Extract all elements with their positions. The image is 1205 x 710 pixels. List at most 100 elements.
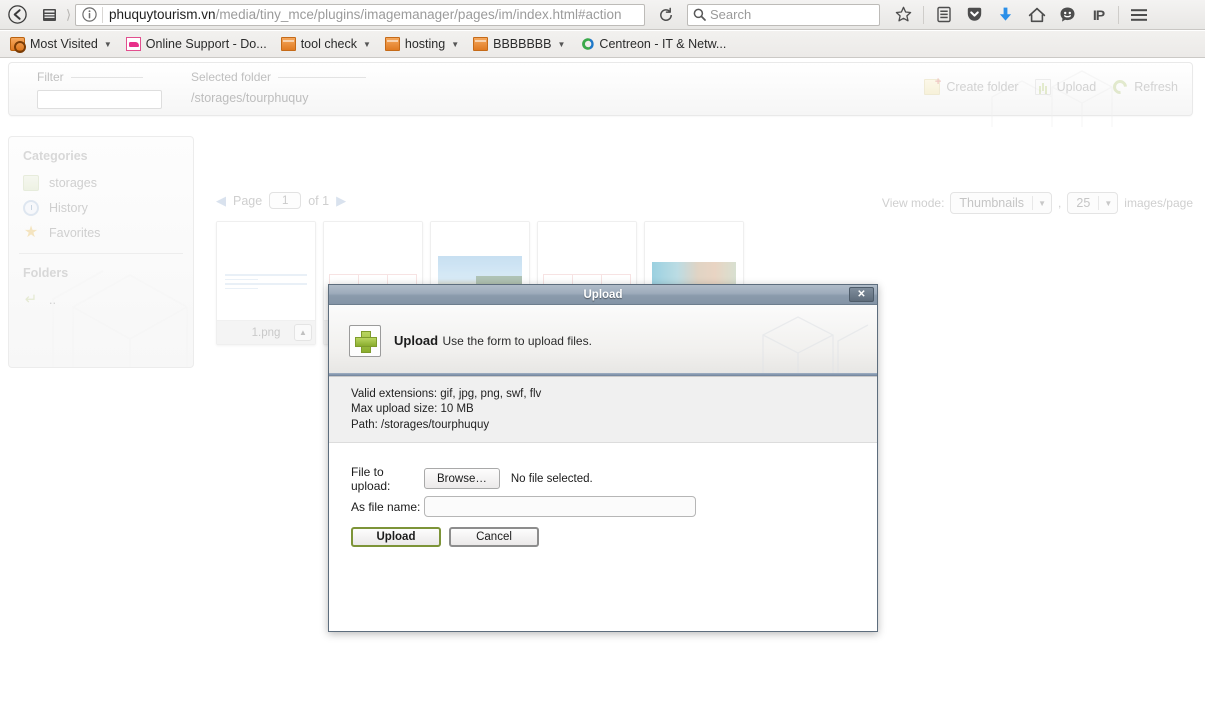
- sidebar-item-history[interactable]: History: [9, 195, 193, 220]
- downloads-icon[interactable]: [990, 1, 1021, 29]
- refresh-button[interactable]: Refresh: [1112, 79, 1178, 95]
- page-proxy-icon[interactable]: [34, 0, 64, 30]
- view-mode-comma: ,: [1058, 196, 1062, 210]
- bookmark-bbbbbbb[interactable]: BBBBBBB ▼: [467, 33, 571, 55]
- filter-label: Filter: [37, 70, 64, 84]
- ip-indicator-icon[interactable]: IP: [1083, 1, 1114, 29]
- doc-line: [225, 274, 307, 276]
- sidebar: Categories storages History ★ Favorites …: [8, 136, 194, 368]
- sidebar-item-label: ..: [49, 292, 56, 307]
- upload-label: Upload: [1056, 80, 1097, 94]
- dialog-title-bar[interactable]: Upload ✕: [329, 285, 877, 305]
- pagination: ◀ Page 1 of 1 ▶: [216, 192, 346, 209]
- feedback-smiley-icon[interactable]: [1052, 1, 1083, 29]
- thumbnail-expand-icon[interactable]: ▲: [294, 324, 312, 341]
- dialog-title: Upload: [583, 288, 623, 301]
- page-total-label: of 1: [308, 193, 330, 208]
- images-per-page-suffix: images/page: [1124, 196, 1193, 210]
- image-manager-page: Filter Selected folder /storages/tourphu…: [0, 58, 1205, 710]
- page-label: Page: [233, 193, 263, 208]
- sidebar-item-label: storages: [49, 175, 97, 190]
- most-visited-icon: [10, 37, 26, 53]
- view-mode-value: Thumbnails: [959, 196, 1025, 210]
- star-icon: ★: [23, 223, 39, 241]
- dialog-buttons: Upload Cancel: [351, 526, 877, 547]
- as-file-name-row: As file name:: [351, 493, 877, 521]
- filter-legend-row: Filter: [37, 70, 162, 84]
- reading-list-icon[interactable]: [928, 1, 959, 29]
- upload-dialog: Upload ✕ Upload Use the form to upload f…: [328, 284, 878, 632]
- thumbnail-tile[interactable]: 1.png ▲: [216, 221, 316, 345]
- page-input[interactable]: 1: [269, 192, 302, 209]
- pocket-icon[interactable]: [959, 1, 990, 29]
- browser-toolbar-icons: IP: [888, 1, 1154, 29]
- prev-page-icon[interactable]: ◀: [216, 193, 226, 209]
- browser-toolbar: ⟩ phuquytourism.vn/media/tiny_mce/plugin…: [0, 0, 1205, 30]
- valid-extensions-text: Valid extensions: gif, jpg, png, swf, fl…: [351, 387, 542, 400]
- create-folder-button[interactable]: Create folder: [924, 76, 1019, 95]
- file-to-upload-label: File to upload:: [351, 464, 391, 493]
- bookmark-centreon[interactable]: Centreon - IT & Netw...: [573, 33, 732, 55]
- next-page-icon[interactable]: ▶: [336, 193, 346, 209]
- selected-folder-legend-row: Selected folder: [191, 70, 366, 84]
- dialog-header-watermark: [723, 307, 873, 376]
- bookmark-label: Online Support - Do...: [145, 37, 267, 51]
- url-bar[interactable]: phuquytourism.vn/media/tiny_mce/plugins/…: [75, 3, 645, 26]
- search-bar[interactable]: Search: [687, 3, 880, 26]
- bookmark-label: hosting: [404, 37, 446, 51]
- bookmark-online-support[interactable]: Online Support - Do...: [120, 33, 273, 55]
- reload-icon[interactable]: [651, 3, 681, 27]
- menu-hamburger-icon[interactable]: [1123, 1, 1154, 29]
- sidebar-item-favorites[interactable]: ★ Favorites: [9, 220, 193, 245]
- upload-button[interactable]: Upload: [1034, 79, 1097, 95]
- cancel-button[interactable]: Cancel: [449, 526, 539, 547]
- dialog-body: File to upload: Browse… No file selected…: [329, 442, 877, 547]
- browser-window: ⟩ phuquytourism.vn/media/tiny_mce/plugin…: [0, 0, 1205, 710]
- images-per-page-select[interactable]: 25 ▼: [1067, 192, 1119, 214]
- search-placeholder: Search: [710, 6, 752, 22]
- new-folder-icon: [924, 76, 941, 95]
- browse-button[interactable]: Browse…: [424, 468, 500, 489]
- bookmark-most-visited[interactable]: Most Visited ▼: [4, 33, 118, 55]
- bookmark-hosting[interactable]: hosting ▼: [379, 33, 465, 55]
- doc-line: [225, 287, 258, 289]
- ip-indicator-label: IP: [1092, 6, 1105, 23]
- url-path: /media/tiny_mce/plugins/imagemanager/pag…: [215, 6, 622, 22]
- toolbar-divider: [923, 5, 924, 24]
- close-icon[interactable]: ✕: [849, 287, 874, 302]
- toolbar-divider-2: [1118, 5, 1119, 24]
- bookmark-star-icon[interactable]: [888, 1, 919, 29]
- sidebar-item-storages[interactable]: storages: [9, 170, 193, 195]
- file-to-upload-row: File to upload: Browse… No file selected…: [351, 465, 877, 493]
- as-file-name-label: As file name:: [351, 499, 421, 514]
- refresh-label: Refresh: [1134, 80, 1178, 94]
- sidebar-item-parent-folder[interactable]: ↵ ..: [9, 287, 193, 312]
- upload-submit-button[interactable]: Upload: [351, 526, 441, 547]
- sidebar-item-label: Favorites: [49, 225, 101, 240]
- back-arrow-icon[interactable]: [0, 0, 34, 30]
- folder-icon: [280, 37, 296, 51]
- folder-up-icon: ↵: [24, 290, 38, 308]
- filter-field-group: Filter: [37, 70, 162, 109]
- view-mode-select[interactable]: Thumbnails ▼: [950, 192, 1053, 214]
- proxy-chevron-icon: ⟩: [65, 6, 72, 22]
- folder-icon: [473, 37, 489, 51]
- doc-line: [225, 278, 258, 280]
- legend-rule: [278, 76, 366, 78]
- selected-folder-value: /storages/tourphuquy: [191, 91, 309, 105]
- support-icon: [125, 37, 141, 51]
- create-folder-label: Create folder: [946, 80, 1019, 94]
- bookmark-tool-check[interactable]: tool check ▼: [275, 33, 377, 55]
- thumbnail-image: [217, 222, 315, 320]
- home-icon[interactable]: [1021, 1, 1052, 29]
- bookmark-label: Most Visited: [30, 37, 98, 51]
- refresh-icon: [1112, 79, 1128, 95]
- info-circle-icon[interactable]: [76, 5, 102, 25]
- dialog-header-text: Upload Use the form to upload files.: [394, 332, 592, 350]
- url-text: phuquytourism.vn/media/tiny_mce/plugins/…: [103, 5, 644, 25]
- filter-input[interactable]: [37, 90, 162, 109]
- chevron-down-icon: ▼: [557, 39, 566, 49]
- bookmark-label: BBBBBBB: [493, 37, 552, 51]
- bookmark-label: Centreon - IT & Netw...: [599, 37, 727, 51]
- file-name-input[interactable]: [424, 496, 696, 517]
